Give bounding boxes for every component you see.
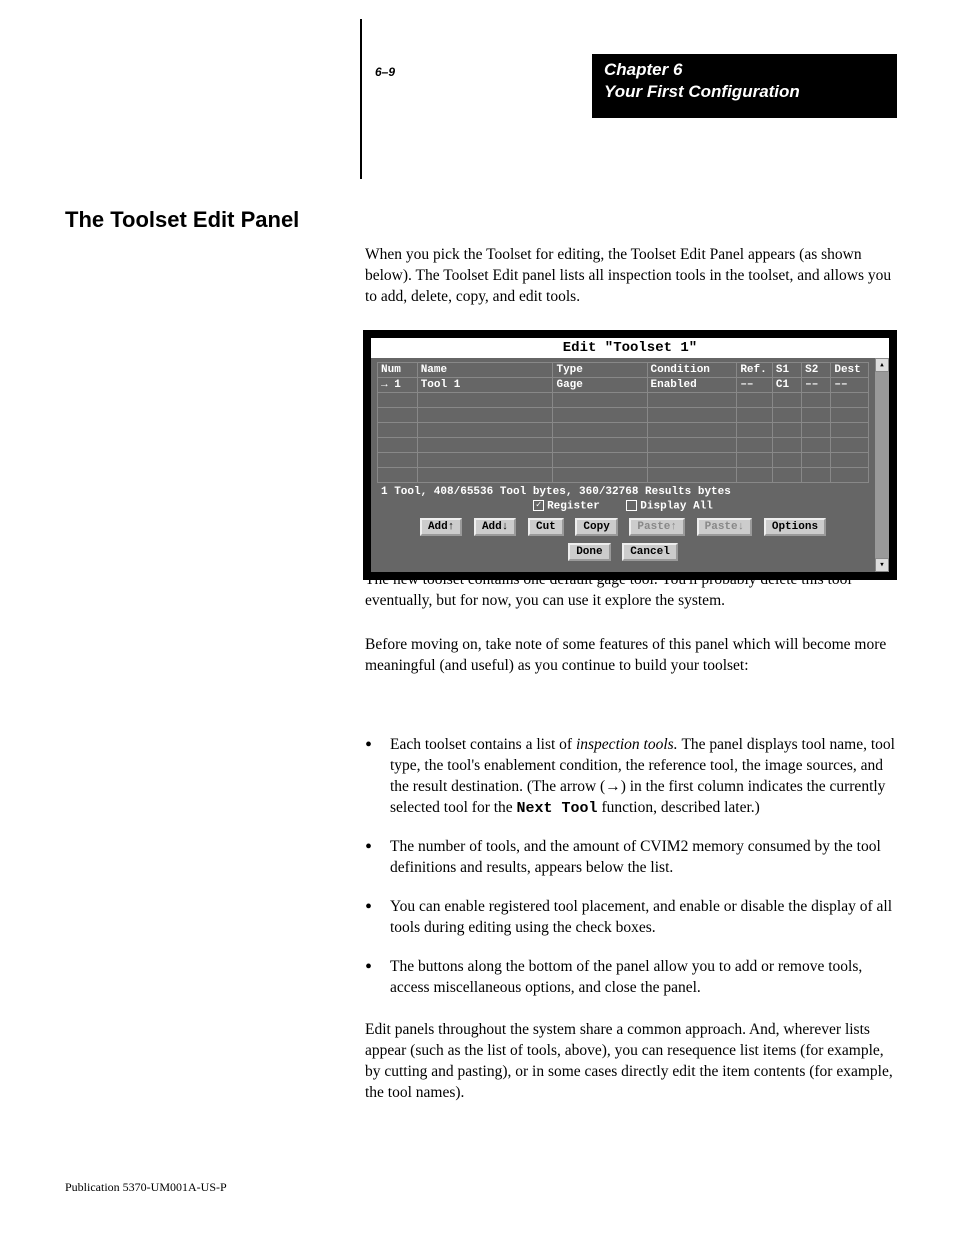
list-item: Each toolset contains a list of inspecti… bbox=[365, 735, 895, 819]
section-heading: The Toolset Edit Panel bbox=[65, 207, 299, 233]
arrow-icon: → bbox=[605, 778, 621, 795]
scroll-up-button[interactable]: ▴ bbox=[875, 358, 889, 372]
table-row-empty bbox=[378, 423, 869, 438]
col-header-condition: Condition bbox=[647, 363, 737, 378]
col-header-dest: Dest bbox=[831, 363, 869, 378]
paragraph: When you pick the Toolset for editing, t… bbox=[365, 245, 895, 308]
display-all-label: Display All bbox=[640, 500, 713, 512]
status-line: 1 Tool, 408/65536 Tool bytes, 360/32768 … bbox=[377, 483, 869, 498]
display-all-checkbox[interactable] bbox=[626, 500, 637, 511]
tools-table: Num Name Type Condition Ref. S1 S2 Dest … bbox=[377, 362, 869, 483]
cut-button[interactable]: Cut bbox=[528, 518, 564, 536]
table-row-empty bbox=[378, 408, 869, 423]
paste-down-button[interactable]: Paste↓ bbox=[697, 518, 753, 536]
add-up-button[interactable]: Add↑ bbox=[420, 518, 462, 536]
toolset-edit-dialog: Edit "Toolset 1" ▴ ▾ Num Name Type Condi… bbox=[363, 330, 897, 580]
scrollbar-track[interactable]: ▴ ▾ bbox=[875, 358, 889, 572]
options-button[interactable]: Options bbox=[764, 518, 826, 536]
list-item: The number of tools, and the amount of C… bbox=[365, 837, 895, 879]
col-header-s2: S2 bbox=[802, 363, 831, 378]
dialog-title: Edit "Toolset 1" bbox=[371, 338, 889, 358]
checkbox-row: ✓Register Display All bbox=[377, 498, 869, 514]
text: function, described later.) bbox=[598, 799, 760, 816]
cancel-button[interactable]: Cancel bbox=[622, 543, 678, 561]
paste-up-button[interactable]: Paste↑ bbox=[629, 518, 685, 536]
chapter-header-box: Chapter 6 Your First Configuration bbox=[592, 54, 897, 118]
cell-s1: C1 bbox=[772, 378, 801, 393]
col-header-type: Type bbox=[553, 363, 647, 378]
col-header-ref: Ref. bbox=[737, 363, 773, 378]
cell-name[interactable]: Tool 1 bbox=[417, 378, 553, 393]
paragraph: The new toolset contains one default gag… bbox=[365, 570, 895, 612]
done-button[interactable]: Done bbox=[568, 543, 610, 561]
table-row[interactable]: → 1 Tool 1 Gage Enabled –– C1 –– –– bbox=[378, 378, 869, 393]
list-item: The buttons along the bottom of the pane… bbox=[365, 957, 895, 999]
vertical-rule bbox=[360, 19, 362, 179]
col-header-num: Num bbox=[378, 363, 418, 378]
cell-s2: –– bbox=[802, 378, 831, 393]
col-header-name: Name bbox=[417, 363, 553, 378]
cell-condition: Enabled bbox=[647, 378, 737, 393]
table-row-empty bbox=[378, 468, 869, 483]
copy-button[interactable]: Copy bbox=[575, 518, 617, 536]
table-row-empty bbox=[378, 453, 869, 468]
page-number-top: 6–9 bbox=[375, 65, 395, 79]
cell-type: Gage bbox=[553, 378, 647, 393]
footer-publication: Publication 5370-UM001A-US-P bbox=[65, 1180, 227, 1195]
list-item: You can enable registered tool placement… bbox=[365, 897, 895, 939]
dialog-body: ▴ ▾ Num Name Type Condition Ref. S1 S2 D… bbox=[371, 358, 889, 572]
register-checkbox[interactable]: ✓ bbox=[533, 500, 544, 511]
register-label: Register bbox=[547, 500, 600, 512]
cell-num: → 1 bbox=[378, 378, 418, 393]
cell-ref: –– bbox=[737, 378, 773, 393]
table-row-empty bbox=[378, 438, 869, 453]
bullet-list: Each toolset contains a list of inspecti… bbox=[365, 735, 895, 1017]
table-row-empty bbox=[378, 393, 869, 408]
paragraph: Edit panels throughout the system share … bbox=[365, 1020, 895, 1104]
text-emphasis: inspection tools. bbox=[576, 736, 681, 753]
paragraph: Before moving on, take note of some feat… bbox=[365, 635, 895, 677]
cell-dest: –– bbox=[831, 378, 869, 393]
text: Each toolset contains a list of bbox=[390, 736, 576, 753]
button-row-1: Add↑ Add↓ Cut Copy Paste↑ Paste↓ Options bbox=[377, 514, 869, 539]
chapter-title: Your First Configuration bbox=[604, 82, 885, 102]
button-row-2: Done Cancel bbox=[377, 539, 869, 564]
chapter-label: Chapter 6 bbox=[604, 60, 885, 80]
table-header-row: Num Name Type Condition Ref. S1 S2 Dest bbox=[378, 363, 869, 378]
mono-text: Next Tool bbox=[517, 800, 598, 817]
add-down-button[interactable]: Add↓ bbox=[474, 518, 516, 536]
col-header-s1: S1 bbox=[772, 363, 801, 378]
